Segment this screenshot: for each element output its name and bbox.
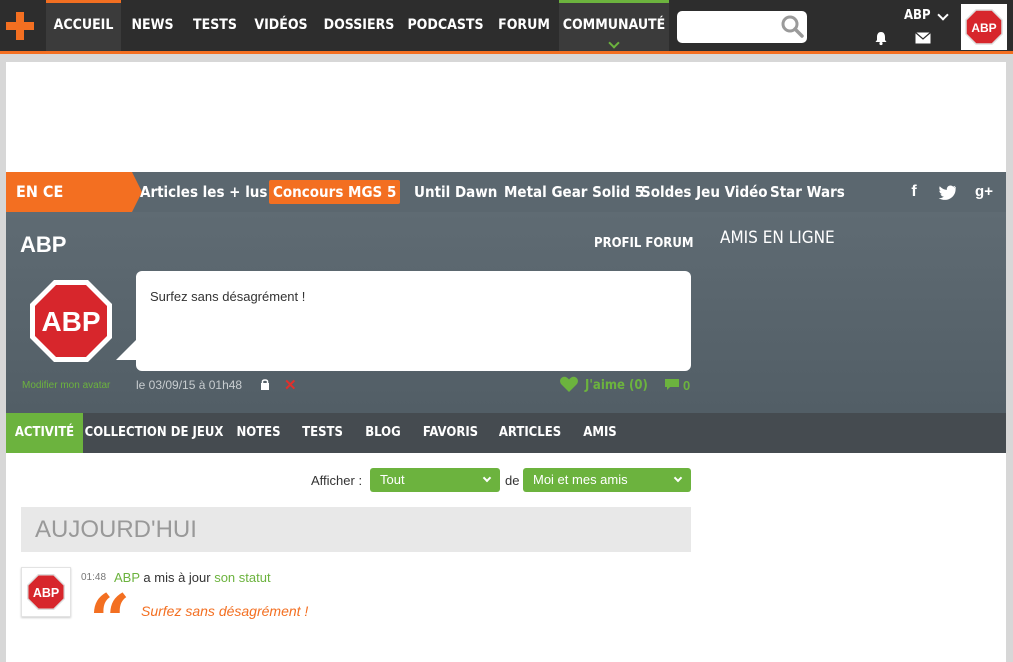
comment-count[interactable]: 0 — [683, 378, 690, 393]
status-bubble-tail — [116, 338, 138, 360]
filter-scope-select[interactable]: Moi et mes amis — [523, 468, 691, 492]
twitter-icon[interactable] — [938, 182, 958, 202]
comment-icon[interactable] — [665, 379, 679, 391]
filter-de-label: de — [505, 473, 520, 488]
trending-bar: EN CE MOMENT Articles les + lus Concours… — [6, 172, 1006, 241]
nav-forum[interactable]: FORUM — [489, 0, 559, 51]
friends-online-heading: AMIS EN LIGNE — [720, 228, 835, 248]
status-text: Surfez sans désagrément ! — [150, 289, 306, 304]
nav-communaute-label: COMMUNAUTÉ — [562, 17, 666, 33]
plus-logo-icon[interactable] — [6, 12, 34, 40]
tab-tests[interactable]: TESTS — [292, 413, 353, 453]
svg-text:ABP: ABP — [971, 21, 996, 35]
abp-logo-icon: ABP — [27, 574, 65, 610]
filter-label: Afficher : — [311, 473, 363, 488]
profile-name: ABP — [20, 232, 67, 257]
nav-communaute[interactable]: COMMUNAUTÉ — [559, 0, 669, 51]
chevron-down-icon — [673, 473, 683, 483]
svg-text:ABP: ABP — [41, 306, 100, 337]
tab-amis[interactable]: AMIS — [572, 413, 628, 453]
status-date: le 03/09/15 à 01h48 — [136, 378, 243, 392]
edit-avatar-link[interactable]: Modifier mon avatar — [22, 380, 110, 391]
profile-tabs: ACTIVITÉ COLLECTION DE JEUX NOTES TESTS … — [6, 413, 1006, 453]
filter-scope-value: Moi et mes amis — [533, 472, 628, 487]
nav-videos[interactable]: VIDÉOS — [246, 0, 316, 51]
svg-text:ABP: ABP — [33, 586, 59, 600]
activity-line: ABP a mis à jour son statut — [114, 570, 271, 585]
tab-collection[interactable]: COLLECTION DE JEUX — [83, 413, 225, 453]
mail-icon[interactable] — [915, 32, 931, 44]
google-plus-icon[interactable]: g+ — [974, 182, 994, 202]
top-nav: ACCUEIL NEWS TESTS VIDÉOS DOSSIERS PODCA… — [0, 0, 1013, 54]
chevron-down-icon — [482, 473, 492, 483]
chevron-down-icon — [608, 37, 620, 49]
profile-forum-link[interactable]: PROFIL FORUM — [594, 236, 693, 251]
nav-dossiers[interactable]: DOSSIERS — [316, 0, 402, 51]
chevron-down-icon[interactable] — [937, 9, 949, 21]
nav-accueil[interactable]: ACCUEIL — [46, 0, 121, 51]
bell-icon[interactable] — [873, 30, 889, 46]
profile-header: ABP PROFIL FORUM AMIS EN LIGNE ABP Surfe… — [6, 212, 1006, 413]
activity-action: a mis à jour — [139, 570, 215, 585]
nav-tests[interactable]: TESTS — [184, 0, 246, 51]
quote-icon: “ — [89, 578, 131, 662]
tab-notes[interactable]: NOTES — [225, 413, 292, 453]
status-bubble: Surfez sans désagrément ! — [136, 271, 691, 371]
tab-favoris[interactable]: FAVORIS — [413, 413, 488, 453]
trending-item[interactable]: Star Wars — [770, 172, 845, 212]
heart-icon[interactable] — [559, 375, 579, 393]
lock-icon[interactable] — [260, 378, 270, 390]
trending-item[interactable]: Metal Gear Solid 5 — [504, 172, 644, 212]
avatar[interactable]: ABP — [961, 4, 1007, 50]
trending-item-highlight[interactable]: Concours MGS 5 — [269, 180, 401, 204]
nav-podcasts[interactable]: PODCASTS — [402, 0, 489, 51]
user-name[interactable]: ABP — [904, 8, 931, 23]
facebook-icon[interactable]: f — [904, 182, 924, 202]
trending-item[interactable]: Soldes Jeu Vidéo — [641, 172, 768, 212]
abp-logo-icon: ABP — [965, 9, 1003, 45]
delete-icon[interactable]: ✕ — [284, 376, 297, 394]
nav-news[interactable]: NEWS — [121, 0, 184, 51]
activity-quote: Surfez sans désagrément ! — [141, 603, 309, 619]
tab-activite[interactable]: ACTIVITÉ — [6, 413, 83, 453]
filter-show-select[interactable]: Tout — [370, 468, 500, 492]
section-heading-today: AUJOURD'HUI — [21, 507, 691, 552]
avatar[interactable]: ABP — [21, 567, 71, 617]
like-button[interactable]: J'aime (0) — [585, 378, 648, 393]
trending-item[interactable]: Until Dawn — [414, 172, 497, 212]
abp-logo-icon[interactable]: ABP — [28, 278, 114, 364]
search-icon[interactable] — [780, 14, 804, 38]
tab-blog[interactable]: BLOG — [353, 413, 413, 453]
trending-label: EN CE MOMENT — [6, 172, 142, 241]
trending-item[interactable]: Articles les + lus — [140, 172, 267, 212]
activity-target-link[interactable]: son statut — [214, 570, 270, 585]
tab-articles[interactable]: ARTICLES — [488, 413, 572, 453]
filter-show-value: Tout — [380, 472, 405, 487]
